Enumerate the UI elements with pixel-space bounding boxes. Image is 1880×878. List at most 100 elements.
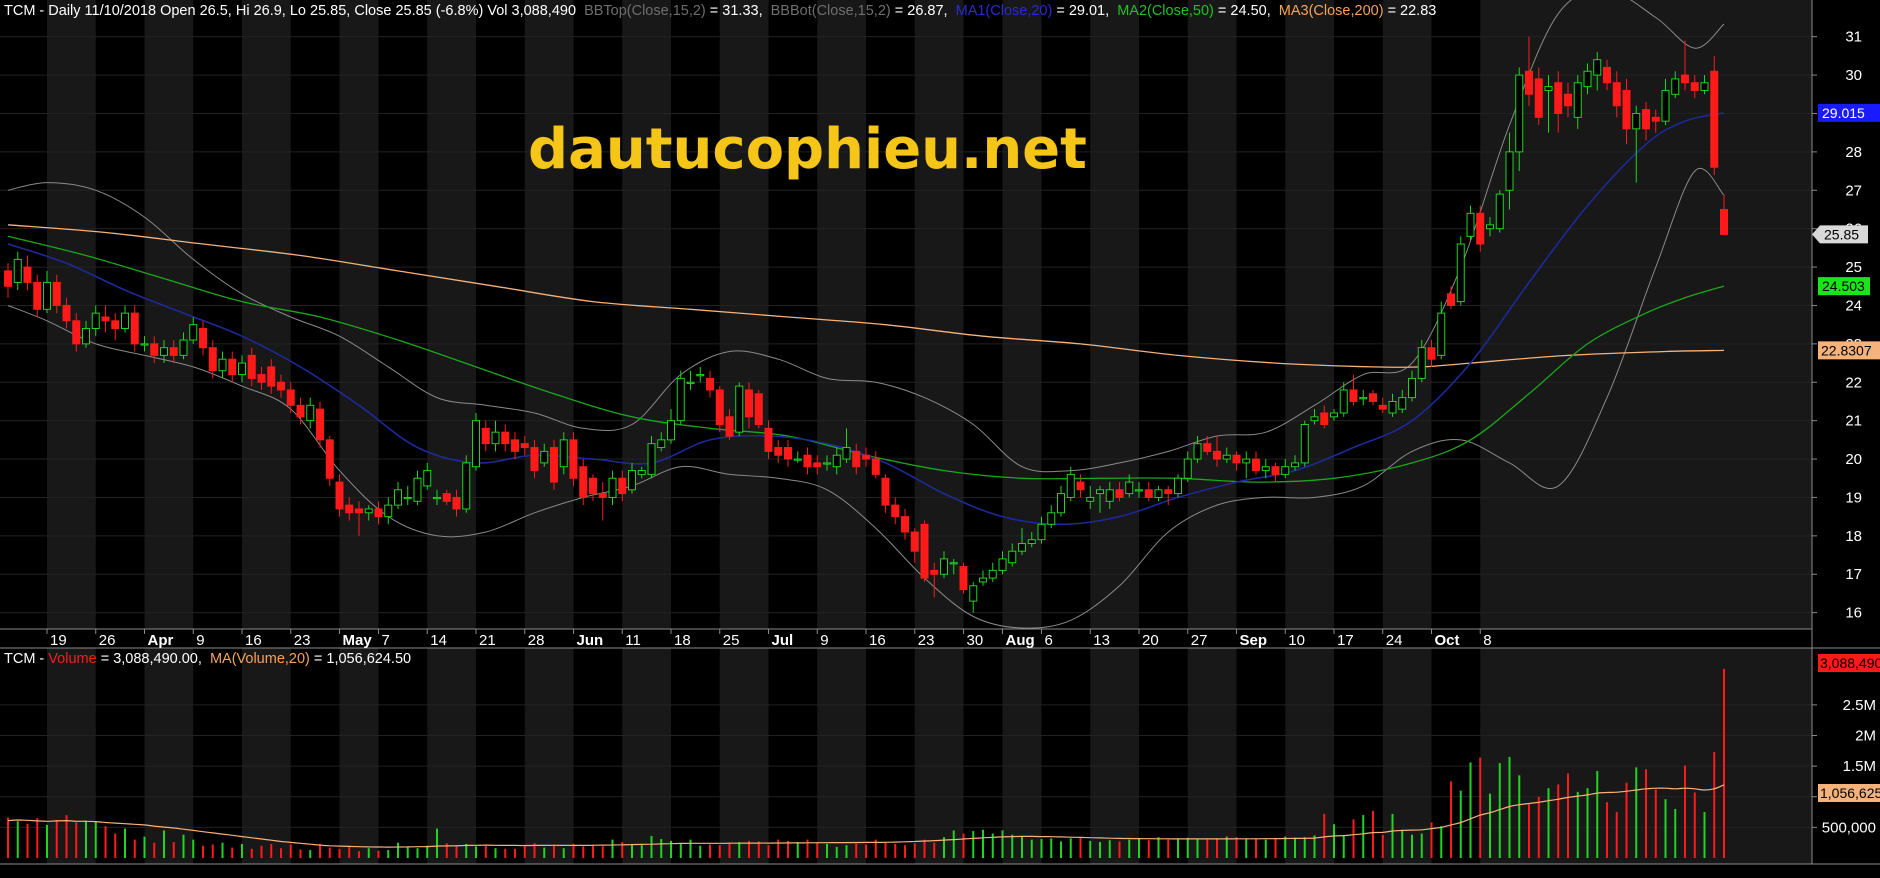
volume-bar — [835, 846, 838, 858]
volume-bar — [1108, 840, 1111, 858]
candle-body — [1554, 82, 1563, 114]
date-tick-label: 21 — [479, 632, 496, 649]
background-band — [1090, 0, 1139, 629]
candle-body — [1476, 212, 1485, 245]
candle-body — [1690, 82, 1699, 91]
candle-body — [696, 374, 705, 377]
date-tick-label: 30 — [967, 632, 984, 649]
date-tick-label: 17 — [1337, 632, 1354, 649]
candle-body — [1096, 489, 1104, 495]
volume-bar — [1216, 838, 1218, 858]
candle-body — [559, 439, 568, 468]
volume-bar — [1645, 769, 1647, 858]
candle-body — [228, 358, 237, 376]
price-header: TCM - Daily 11/10/2018 Open 26.5, Hi 26.… — [4, 3, 1436, 19]
candle-body — [823, 462, 831, 465]
candle-body — [959, 566, 968, 591]
volume-bar — [1723, 668, 1725, 858]
candle-body — [1544, 86, 1553, 91]
candle-body — [1603, 66, 1611, 84]
date-tick-label: Aug — [1006, 632, 1035, 649]
date-tick-label: 18 — [674, 632, 691, 649]
volume-bar — [777, 839, 780, 858]
candle-body — [1622, 89, 1631, 130]
candle-body — [862, 454, 870, 460]
candle-body — [1271, 466, 1280, 475]
candle-body — [1427, 347, 1436, 360]
candle-body — [1037, 523, 1046, 541]
volume-bar — [1245, 839, 1248, 858]
date-tick-label: 11 — [625, 632, 641, 649]
volume-bar — [1528, 804, 1530, 858]
price-tick-label: 25 — [1845, 259, 1862, 276]
volume-bar — [1469, 762, 1472, 858]
volume-bar — [796, 842, 799, 858]
volume-bar — [192, 839, 195, 858]
candle-body — [1486, 224, 1494, 230]
price-tick-label: 20 — [1845, 451, 1862, 468]
candle-body — [637, 470, 646, 475]
candle-body — [1203, 443, 1212, 452]
volume-bar — [1537, 796, 1540, 858]
volume-bar — [1654, 789, 1657, 858]
volume-bar — [1635, 767, 1638, 858]
candle-body — [481, 427, 490, 445]
date-tick-label: 24 — [1386, 632, 1403, 649]
volume-bar — [1060, 841, 1062, 858]
volume-bar — [728, 842, 731, 858]
candle-body — [52, 281, 61, 306]
volume-bar — [1284, 836, 1287, 858]
volume-bar — [143, 836, 146, 858]
candle-body — [901, 516, 909, 533]
volume-bar — [85, 820, 87, 858]
candle-body — [793, 458, 802, 461]
candle-body — [355, 508, 363, 514]
candle — [1300, 420, 1309, 467]
candle-body — [1505, 151, 1514, 191]
date-tick-label: Sep — [1240, 632, 1268, 649]
volume-bar — [455, 845, 458, 858]
volume-tick-label: 1.5M — [1843, 758, 1876, 775]
candle-body — [881, 477, 890, 506]
candle-body — [150, 343, 159, 356]
candle-body — [1222, 454, 1231, 460]
volume-bar — [709, 844, 711, 858]
background-band — [1382, 0, 1432, 629]
candle-body — [43, 281, 51, 310]
candle-body — [1671, 78, 1680, 95]
volume-bar — [1606, 802, 1608, 858]
candle-body — [589, 477, 597, 495]
background-band — [622, 648, 671, 864]
volume-bar — [163, 830, 165, 858]
candle-body — [1086, 496, 1095, 502]
ma3-label: MA3(Close,200) — [1279, 3, 1384, 19]
candle-body — [1378, 404, 1387, 410]
candle-body — [1564, 93, 1572, 107]
volume-tag-text: 3,088,490 — [1820, 655, 1880, 671]
volume-label: Volume — [48, 651, 96, 667]
volume-bar — [16, 821, 19, 858]
volume-bar — [650, 835, 653, 858]
candle-body — [511, 439, 519, 452]
volume-bar — [1294, 837, 1296, 858]
volume-bar — [1430, 822, 1433, 858]
volume-bar — [1362, 815, 1365, 858]
date-tick-label: Apr — [148, 632, 174, 649]
candle-body — [1339, 389, 1348, 414]
candle — [1710, 55, 1719, 175]
volume-bar — [1518, 775, 1521, 858]
candle-body — [1154, 489, 1163, 498]
candle-body — [774, 447, 783, 456]
volume-bar — [855, 843, 858, 858]
volume-bar — [1459, 790, 1462, 858]
volume-bar — [1489, 793, 1491, 858]
candle-body — [1612, 82, 1621, 107]
candle-body — [871, 458, 880, 475]
volume-bar — [1381, 834, 1384, 858]
date-tick-label: Oct — [1435, 632, 1460, 649]
candle-body — [82, 328, 90, 345]
volume-bar — [182, 834, 185, 858]
candle-body — [1369, 393, 1377, 402]
background-band — [47, 0, 96, 629]
bbtop-label: BBTop(Close,15,2) — [584, 3, 706, 19]
